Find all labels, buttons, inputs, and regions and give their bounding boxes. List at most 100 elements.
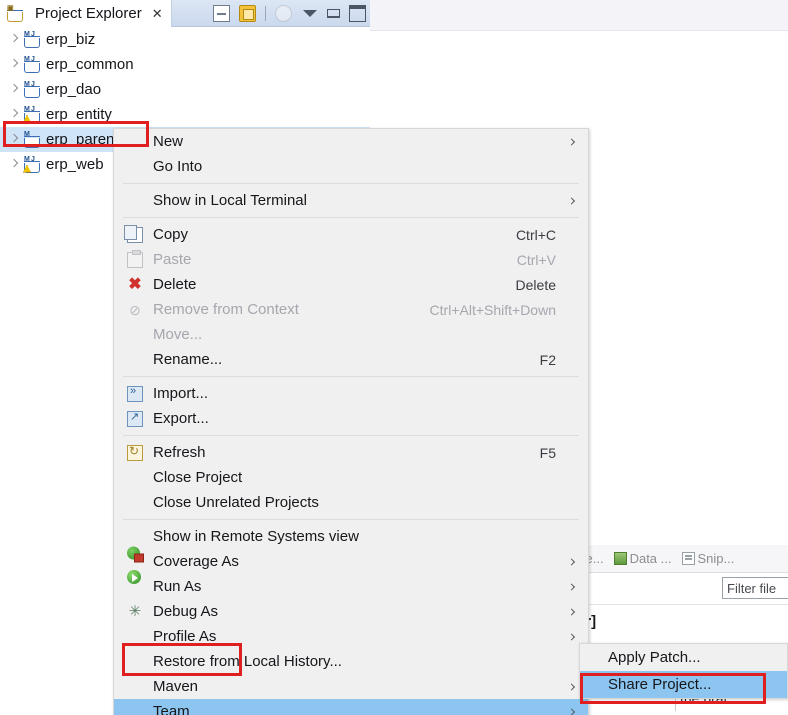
menu-item-delete[interactable]: ✖ Delete Delete — [114, 272, 588, 297]
maven-java-project-icon: MJ — [23, 106, 41, 123]
tree-item-erp-entity[interactable]: M J erp_entity — [0, 102, 370, 127]
maven-java-project-icon: MJ — [23, 156, 41, 173]
menu-item-shortcut: Ctrl+C — [515, 226, 556, 243]
export-icon — [127, 410, 143, 427]
view-tabbar: ▣ Project Explorer ✕ — [0, 0, 370, 27]
minimize-icon[interactable] — [327, 9, 340, 18]
submenu-item-share-project[interactable]: Share Project... — [580, 671, 787, 698]
menu-item-close-project[interactable]: Close Project — [114, 465, 588, 490]
menu-item-label: Show in Local Terminal — [153, 192, 307, 209]
menu-item-label: Debug As — [153, 603, 219, 620]
tree-item-erp-biz[interactable]: M J erp_biz — [0, 27, 370, 52]
chevron-right-icon[interactable] — [7, 157, 22, 172]
chevron-right-icon[interactable] — [7, 32, 22, 47]
menu-item-import[interactable]: Import... — [114, 381, 588, 406]
menu-item-label: Export... — [153, 410, 209, 427]
chevron-right-icon[interactable] — [7, 132, 22, 147]
filter-row: Filter file — [575, 575, 788, 601]
tab-data-source[interactable]: Data ... — [613, 551, 672, 566]
menu-item-run-as[interactable]: Run As — [114, 570, 588, 599]
menu-item-refresh[interactable]: Refresh F5 — [114, 440, 588, 465]
menu-item-label: Refresh — [153, 444, 206, 461]
menu-item-label: Maven — [153, 678, 199, 695]
menu-item-move: Move... — [114, 322, 588, 347]
import-icon — [127, 385, 143, 402]
menu-item-new[interactable]: New — [114, 129, 588, 154]
menu-item-team[interactable]: Team — [114, 699, 588, 715]
data-source-icon — [613, 552, 627, 565]
submenu-item-apply-patch[interactable]: Apply Patch... — [580, 644, 787, 671]
editor-top-strip — [370, 0, 788, 31]
refresh-icon — [127, 444, 143, 461]
menu-item-paste: Paste Ctrl+V — [114, 247, 588, 272]
menu-item-close-unrelated-projects[interactable]: Close Unrelated Projects — [114, 490, 588, 515]
menu-item-shortcut: F2 — [539, 351, 556, 368]
link-with-editor-icon[interactable] — [239, 5, 256, 22]
tab-data-source-label: Data ... — [629, 551, 672, 566]
menu-item-label: Delete — [153, 276, 197, 293]
tree-item-erp-dao[interactable]: M J erp_dao — [0, 77, 370, 102]
maven-java-project-icon: MJ — [23, 56, 41, 73]
menu-item-label: Team — [153, 703, 190, 715]
menu-item-go-into[interactable]: Go Into — [114, 154, 588, 179]
paste-icon — [127, 249, 143, 268]
view-menu-icon[interactable] — [301, 5, 318, 22]
copy-icon — [124, 224, 143, 243]
project-context-menu[interactable]: New Go Into Show in Local Terminal Copy Ctrl… — [113, 128, 589, 715]
tab-snippets-label: Snip... — [697, 551, 735, 566]
tree-item-label: erp_entity — [46, 106, 112, 123]
menu-item-maven[interactable]: Maven — [114, 674, 588, 699]
menu-item-label: Paste — [153, 251, 192, 268]
menu-item-label: Remove from Context — [153, 301, 299, 318]
menu-item-label: Rename... — [153, 351, 223, 368]
divider — [575, 604, 788, 605]
menu-separator — [123, 376, 579, 377]
run-icon — [127, 570, 141, 584]
menu-item-restore-from-local-history[interactable]: Restore from Local History... — [114, 649, 588, 674]
chevron-right-icon — [567, 196, 576, 205]
bottom-right-tabrow: ve... Data ... Snip... — [575, 545, 788, 573]
maven-java-project-icon: MJ — [23, 81, 41, 98]
debug-icon: ✳ — [128, 602, 142, 620]
chevron-right-icon[interactable] — [7, 82, 22, 97]
tab-snippets[interactable]: Snip... — [681, 551, 735, 566]
menu-item-copy[interactable]: Copy Ctrl+C — [114, 222, 588, 247]
menu-item-coverage-as[interactable]: Coverage As — [114, 546, 588, 574]
chevron-right-icon — [567, 607, 576, 616]
maven-java-project-icon: MJ — [23, 31, 41, 48]
menu-item-rename[interactable]: Rename... F2 — [114, 347, 588, 372]
close-icon[interactable]: ✕ — [152, 6, 163, 22]
menu-item-label: Profile As — [153, 628, 217, 645]
chevron-right-icon[interactable] — [7, 57, 22, 72]
tree-item-erp-common[interactable]: M J erp_common — [0, 52, 370, 77]
team-submenu[interactable]: Apply Patch... Share Project... — [579, 643, 788, 699]
view-toolbar — [213, 0, 366, 27]
menu-item-profile-as[interactable]: Profile As — [114, 624, 588, 649]
menu-item-label: Go Into — [153, 158, 203, 175]
menu-item-show-in-remote-systems-view[interactable]: Show in Remote Systems view — [114, 524, 588, 549]
tree-item-label: erp_parent — [46, 131, 119, 148]
delete-icon: ✖ — [128, 275, 142, 293]
tree-item-label: erp_common — [46, 56, 134, 73]
menu-item-label: Run As — [153, 578, 202, 595]
menu-item-label: Close Project — [153, 469, 243, 486]
menu-item-debug-as[interactable]: ✳ Debug As — [114, 599, 588, 624]
filter-files-input[interactable]: Filter file — [722, 577, 788, 599]
menu-item-label: Copy — [153, 226, 189, 243]
tree-item-label: erp_biz — [46, 31, 96, 48]
menu-item-label: Move... — [153, 326, 203, 343]
collapse-all-icon[interactable] — [213, 5, 230, 22]
tab-project-explorer[interactable]: ▣ Project Explorer ✕ — [0, 0, 172, 27]
focus-on-active-task-icon[interactable] — [275, 5, 292, 22]
chevron-right-icon — [567, 632, 576, 641]
tree-item-label: erp_web — [46, 156, 104, 173]
menu-item-export[interactable]: Export... — [114, 406, 588, 431]
remove-from-context-icon: ⊘ — [129, 301, 141, 318]
chevron-right-icon[interactable] — [7, 107, 22, 122]
chevron-right-icon — [567, 682, 576, 691]
menu-item-label: New — [153, 133, 184, 150]
menu-item-show-in-local-terminal[interactable]: Show in Local Terminal — [114, 188, 588, 213]
snippets-icon — [681, 552, 695, 565]
menu-item-shortcut: Ctrl+Alt+Shift+Down — [429, 301, 556, 318]
maximize-icon[interactable] — [349, 5, 366, 22]
